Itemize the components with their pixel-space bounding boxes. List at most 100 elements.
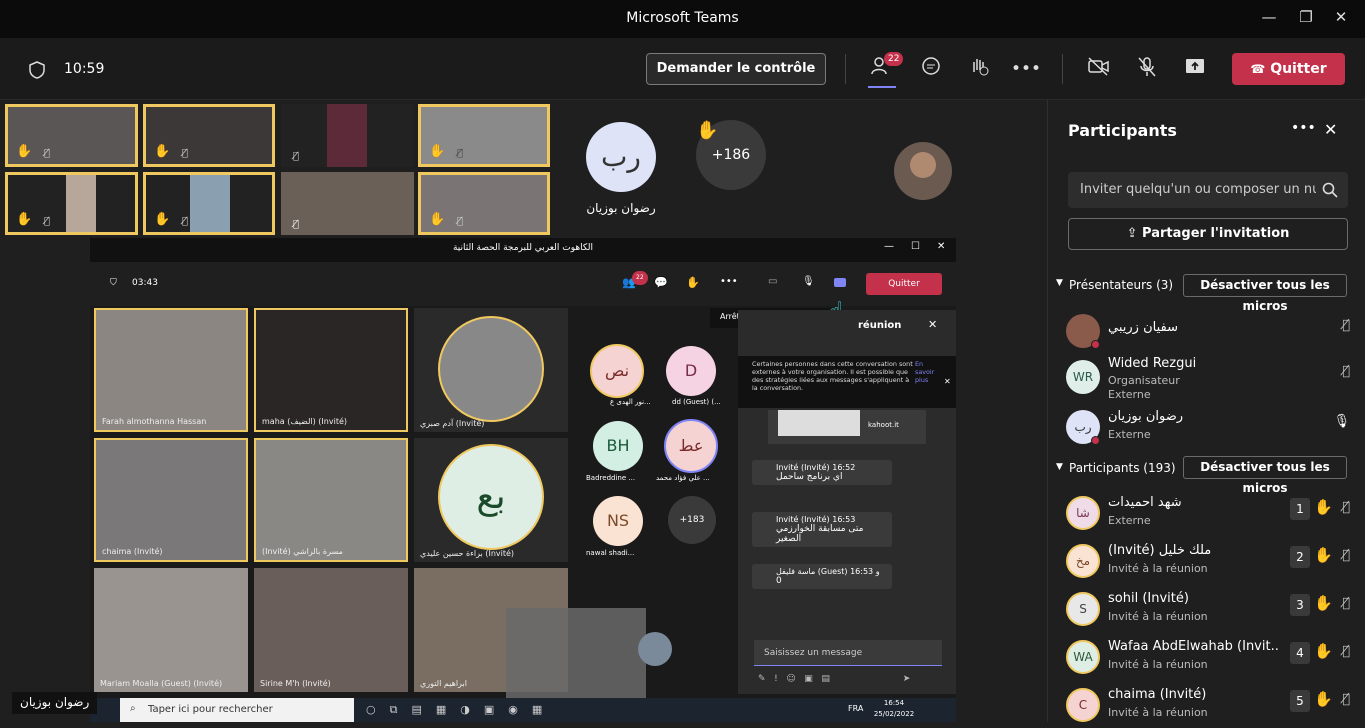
mic-off-icon[interactable]: 🎙̸ (1342, 364, 1350, 379)
avatar: BH (593, 421, 643, 471)
search-icon[interactable] (1322, 182, 1338, 198)
shared-video-tile: Sirine M'h (Invité) (254, 568, 408, 692)
avatar: D (666, 346, 716, 396)
video-tile[interactable]: ✋ 🎙̸ (143, 172, 275, 235)
mic-on-icon[interactable]: 🎙 (1333, 414, 1350, 429)
panel-title: Participants (1068, 121, 1177, 140)
shared-close: ✕ (937, 241, 946, 252)
mic-off-icon: 🎙̸ (293, 219, 300, 230)
participant-row[interactable]: S sohil (Invité) Invité à la réunion 3 ✋ … (1066, 588, 1356, 632)
participants-button[interactable]: 22 (868, 52, 904, 88)
raised-hand-icon: ✋ (429, 144, 446, 159)
raise-order-number: 3 (1290, 594, 1310, 616)
chevron-down-icon[interactable]: ▼ (1056, 462, 1063, 472)
close-window-button[interactable]: ✕ (1326, 8, 1356, 26)
share-screen-button[interactable] (1181, 56, 1209, 82)
meeting-timer: 10:59 (64, 61, 105, 77)
message-time: 16:53 (832, 515, 856, 524)
participant-status: Invité à la réunion (1108, 610, 1208, 623)
window-title: Microsoft Teams (626, 10, 739, 26)
video-tile[interactable]: 🎙̸ (281, 104, 414, 167)
raised-hand-icon: ✋ (1314, 642, 1333, 660)
participant-name: سفيان زريبي (1108, 320, 1178, 335)
mic-off-icon[interactable]: 🎙̸ (1342, 596, 1350, 611)
presenter-row[interactable]: WR Wided Rezgui Organisateur Externe 🎙̸ (1066, 356, 1356, 401)
mic-off-icon[interactable]: 🎙̸ (1342, 500, 1350, 515)
raised-hand-icon: ✋ (154, 144, 171, 159)
quit-button[interactable]: ☎ Quitter (1232, 53, 1345, 85)
shared-video-tile: chaima (Invité) (94, 438, 248, 562)
participants-header[interactable]: Participants (193) (1069, 461, 1176, 475)
mic-off-icon[interactable]: 🎙̸ (1342, 644, 1350, 659)
reactions-button[interactable] (965, 56, 993, 82)
chat-button[interactable] (917, 56, 945, 82)
participant-status: Externe (1108, 428, 1151, 441)
participant-name: chaima (Invité) (1108, 687, 1207, 702)
meeting-toolbar: 10:59 Demander le contrôle 22 ••• ☎ Quit… (0, 38, 1365, 100)
stop-share-icon (834, 278, 846, 287)
avatar-name: dd (Guest) (... (672, 398, 721, 406)
participant-row[interactable]: شا شهد احميدات Externe 1 ✋ 🎙̸ (1066, 492, 1356, 536)
mic-off-icon[interactable]: 🎙̸ (1342, 318, 1350, 333)
participant-row[interactable]: C chaima (Invité) Invité à la réunion 5 ✋… (1066, 684, 1356, 728)
mic-off-icon: 🎙̸ (293, 151, 300, 162)
avatar-name: Badreddine ... (586, 474, 636, 482)
mic-off-icon: 🎙̸ (457, 216, 464, 227)
raise-order: 5 ✋ (1290, 690, 1336, 714)
avatar: شا (1066, 496, 1100, 530)
raised-hand-icon: ✋ (1314, 690, 1333, 708)
raised-hand-icon: ✋ (16, 212, 33, 227)
overflow-participants: +183 (668, 496, 716, 544)
video-tile[interactable]: ✋ 🎙̸ (418, 172, 550, 235)
request-control-button[interactable]: Demander le contrôle (646, 53, 826, 85)
taskbar-lang: FRA (848, 704, 864, 713)
divider (1062, 54, 1063, 84)
mute-all-participants-button[interactable]: Désactiver tous les micros (1183, 456, 1347, 495)
video-tile[interactable]: ✋ 🎙̸ (5, 172, 138, 235)
mic-off-icon[interactable]: 🎙̸ (1342, 692, 1350, 707)
taskbar-apps: ○⧉▤▦◑▣◉▦ (366, 703, 557, 716)
participant-name: sohil (Invité) (1108, 591, 1189, 606)
tile-label: (Invité) مسرة بالراشي (262, 547, 343, 556)
more-actions-button[interactable]: ••• (1011, 56, 1041, 82)
presenters-header[interactable]: Présentateurs (3) (1069, 278, 1173, 292)
video-tile[interactable]: 🎙̸ (281, 172, 414, 235)
invite-input[interactable]: Inviter quelqu'un ou composer un numéro (1068, 172, 1348, 208)
video-tile[interactable]: ✋ 🎙̸ (418, 104, 550, 167)
mic-off-icon[interactable]: 🎙̸ (1342, 548, 1350, 563)
shared-window-title: الكاهوت العربي للبرمجة الحصة الثانية (452, 243, 594, 253)
shared-minimize: — (884, 241, 894, 252)
minimize-button[interactable]: — (1254, 8, 1284, 26)
quit-label: Quitter (1270, 61, 1327, 77)
participant-row[interactable]: مخ (Invité) ملك خليل Invité à la réunion… (1066, 540, 1356, 584)
shield-icon[interactable] (29, 61, 45, 79)
participant-name: رضوان بوزيان (1108, 409, 1184, 424)
camera-off-button[interactable] (1085, 56, 1113, 82)
avatar-name: نور الهدى ع... (610, 398, 651, 406)
presenter-video[interactable] (894, 142, 952, 200)
avatar[interactable]: رب (586, 122, 656, 192)
panel-more-button[interactable]: ••• (1291, 120, 1316, 136)
participant-name: (Invité) ملك خليل (1108, 543, 1212, 558)
mic-off-icon: 🎙̸ (182, 148, 189, 159)
chat-message: Invité (Invité) 16:52 اي برنامج ساحمل (752, 460, 892, 485)
message-text: اي برنامج ساحمل (776, 472, 843, 482)
participant-row[interactable]: WA Wafaa AbdElwahab (Invit... Invité à l… (1066, 636, 1356, 680)
more-icon: ••• (720, 276, 738, 287)
chevron-down-icon[interactable]: ▼ (1056, 278, 1063, 288)
presenter-row[interactable]: سفيان زريبي 🎙̸ (1066, 310, 1356, 354)
share-invite-button[interactable]: ⇪ Partager l'invitation (1068, 218, 1348, 250)
raised-hand-icon: ✋ (1314, 594, 1333, 612)
link-preview (778, 410, 860, 436)
presenter-row[interactable]: رب رضوان بوزيان Externe 🎙 (1066, 406, 1356, 450)
mic-off-button[interactable] (1133, 56, 1161, 82)
raise-order-number: 4 (1290, 642, 1310, 664)
share-icon: ⇪ (1126, 226, 1138, 241)
maximize-button[interactable]: ❐ (1291, 8, 1321, 26)
video-tile[interactable]: ✋ 🎙̸ (5, 104, 138, 167)
mute-all-presenters-button[interactable]: Désactiver tous les micros (1183, 274, 1347, 313)
close-panel-button[interactable]: ✕ (1324, 120, 1337, 139)
shared-chat-pane: réunion ✕ Certaines personnes dans cette… (738, 310, 956, 694)
mic-off-icon: 🎙̸ (182, 216, 189, 227)
video-tile[interactable]: ✋ 🎙̸ (143, 104, 275, 167)
